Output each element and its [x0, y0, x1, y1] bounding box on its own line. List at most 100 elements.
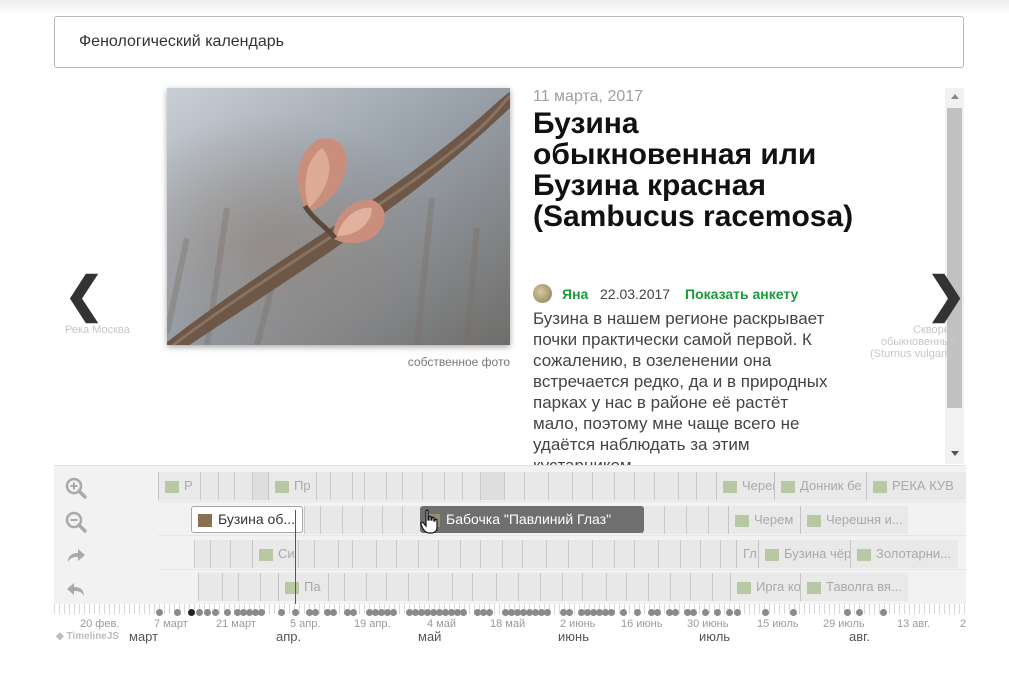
- timeline-marker[interactable]: [472, 573, 496, 601]
- timeline-marker[interactable]: [194, 540, 210, 568]
- timeline-marker[interactable]: [210, 540, 230, 568]
- timeline-markers-area[interactable]: Р Пр Черец Донник бе РЕКА КУВ: [158, 466, 966, 611]
- timeline-marker[interactable]: [592, 540, 614, 568]
- timeline-marker[interactable]: [352, 540, 376, 568]
- timeline-marker[interactable]: [634, 472, 654, 500]
- previous-slide-label[interactable]: Река Москва: [65, 324, 155, 336]
- timeline-marker[interactable]: [606, 573, 626, 601]
- timeline-marker[interactable]: [480, 540, 502, 568]
- timeline-marker[interactable]: [522, 540, 546, 568]
- scroll-down-icon[interactable]: [951, 451, 959, 456]
- timeline-marker[interactable]: [614, 540, 634, 568]
- timeline-marker[interactable]: [230, 540, 252, 568]
- timeline-marker[interactable]: [198, 573, 222, 601]
- timeline-marker[interactable]: [328, 573, 344, 601]
- timeline-marker[interactable]: Донник бе: [774, 472, 866, 500]
- timeline-marker[interactable]: [562, 573, 582, 601]
- timeline-marker[interactable]: [634, 540, 658, 568]
- timeline-marker[interactable]: [626, 573, 648, 601]
- timeline-marker[interactable]: [480, 472, 504, 500]
- timeline-marker[interactable]: [452, 573, 472, 601]
- timeline-marker[interactable]: [680, 540, 700, 568]
- timeline-marker[interactable]: [342, 506, 362, 534]
- timeline-marker[interactable]: [304, 506, 320, 534]
- timeline-marker[interactable]: [260, 573, 278, 601]
- timeline-marker[interactable]: Гл: [736, 540, 758, 568]
- timeline-marker[interactable]: [428, 573, 452, 601]
- chevron-left-icon[interactable]: ❮: [64, 272, 104, 320]
- timelinejs-brand[interactable]: ◆ TimelineJS: [56, 631, 119, 642]
- timeline-marker[interactable]: [320, 506, 342, 534]
- timeline-marker[interactable]: [502, 540, 522, 568]
- timeline-marker[interactable]: Золотарни...: [850, 540, 958, 568]
- timeline-marker[interactable]: [444, 472, 462, 500]
- timeline-marker[interactable]: [382, 506, 402, 534]
- timeline-marker[interactable]: [364, 472, 386, 500]
- timeline-marker[interactable]: [316, 472, 330, 500]
- back-icon[interactable]: [64, 578, 88, 602]
- timeline-marker[interactable]: [402, 472, 422, 500]
- timeline-marker[interactable]: [330, 472, 352, 500]
- timeline-marker[interactable]: [422, 472, 444, 500]
- timeline-marker[interactable]: Ирга коло: [730, 573, 800, 601]
- timeline-marker[interactable]: Р: [158, 472, 200, 500]
- timeline-marker[interactable]: [338, 540, 352, 568]
- timeline-marker[interactable]: [690, 573, 712, 601]
- timeline-marker[interactable]: [496, 573, 518, 601]
- timeline-marker[interactable]: [460, 540, 480, 568]
- time-axis[interactable]: 20 фев. 7 март 21 март 5 апр. 19 апр. 4 …: [54, 604, 966, 654]
- timeline-navigator[interactable]: Р Пр Черец Донник бе РЕКА КУВ: [54, 465, 966, 611]
- active-timeline-marker[interactable]: Бузина об...: [191, 506, 303, 533]
- show-profile-link[interactable]: Показать анкету: [685, 286, 798, 302]
- timeline-marker[interactable]: [712, 573, 730, 601]
- avatar[interactable]: [533, 284, 552, 303]
- timeline-marker[interactable]: [582, 573, 606, 601]
- timeline-marker[interactable]: Черем: [728, 506, 800, 534]
- next-slide-button[interactable]: ❯ Скворец обыкновенный (Sturnus vulgaris…: [870, 272, 966, 361]
- timeline-marker[interactable]: [546, 540, 568, 568]
- timeline-marker[interactable]: [700, 540, 720, 568]
- timeline-marker[interactable]: Бузина чёр...: [758, 540, 850, 568]
- timeline-marker[interactable]: [592, 472, 614, 500]
- timeline-marker[interactable]: [686, 506, 708, 534]
- timeline-marker[interactable]: [238, 573, 260, 601]
- timeline-marker[interactable]: [568, 540, 592, 568]
- timeline-marker[interactable]: [708, 506, 728, 534]
- timeline-marker[interactable]: [344, 573, 366, 601]
- previous-slide-button[interactable]: ❮ Река Москва: [64, 272, 130, 337]
- timeline-marker[interactable]: [298, 540, 314, 568]
- timeline-marker[interactable]: [396, 540, 418, 568]
- timeline-marker[interactable]: [234, 472, 252, 500]
- zoom-out-icon[interactable]: [64, 510, 88, 534]
- timeline-marker[interactable]: [314, 540, 338, 568]
- timeline-marker[interactable]: Таволга вя...: [800, 573, 908, 601]
- timeline-marker[interactable]: [518, 573, 540, 601]
- timeline-marker[interactable]: [418, 540, 438, 568]
- chevron-right-icon[interactable]: ❯: [926, 272, 966, 320]
- timeline-marker[interactable]: РЕКА КУВ: [866, 472, 966, 500]
- scrollbar-thumb[interactable]: [947, 108, 962, 408]
- timeline-marker[interactable]: [386, 472, 402, 500]
- timeline-marker[interactable]: [642, 506, 664, 534]
- timeline-marker[interactable]: [222, 573, 238, 601]
- timeline-marker[interactable]: [366, 573, 386, 601]
- author-link[interactable]: Яна: [562, 286, 588, 302]
- timeline-marker[interactable]: [720, 540, 736, 568]
- timeline-marker[interactable]: [402, 506, 420, 534]
- timeline-marker[interactable]: [670, 573, 690, 601]
- timeline-marker[interactable]: [540, 573, 562, 601]
- timeline-marker[interactable]: [614, 472, 634, 500]
- timeline-marker[interactable]: Черешня и...: [800, 506, 908, 534]
- timeline-marker[interactable]: Па: [278, 573, 328, 601]
- timeline-marker[interactable]: [362, 506, 382, 534]
- timeline-marker[interactable]: [386, 573, 408, 601]
- timeline-marker[interactable]: Пр: [268, 472, 316, 500]
- timeline-marker[interactable]: Си: [252, 540, 298, 568]
- redo-icon[interactable]: [64, 544, 88, 568]
- timeline-marker[interactable]: Черец: [716, 472, 774, 500]
- timeline-marker[interactable]: [376, 540, 396, 568]
- timeline-marker[interactable]: [462, 472, 480, 500]
- timeline-marker[interactable]: [504, 472, 524, 500]
- timeline-marker[interactable]: [664, 506, 686, 534]
- timeline-marker[interactable]: [678, 472, 696, 500]
